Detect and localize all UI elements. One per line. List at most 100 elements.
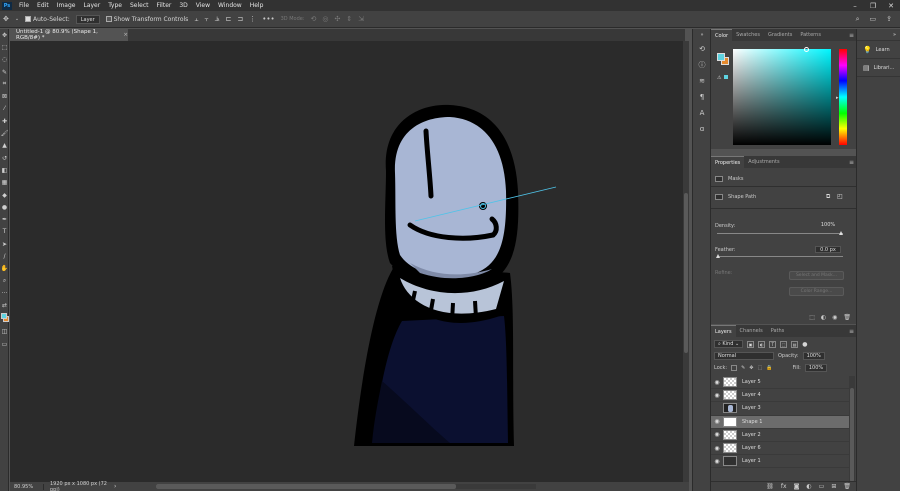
layer-row[interactable]: ◉ Layer 2 (711, 429, 849, 442)
workspace-icon[interactable]: ▭ (870, 15, 877, 24)
paragraph-icon[interactable]: ¶ (693, 89, 711, 105)
density-slider[interactable] (717, 233, 843, 234)
swap-colors-icon[interactable]: ⇄ (0, 300, 9, 312)
blur-tool-icon[interactable]: ◆ (0, 189, 9, 201)
layer-row[interactable]: ◉ Layer 4 (711, 389, 849, 403)
apply-mask-icon[interactable]: ◐ (821, 314, 826, 321)
move-tool-icon[interactable]: ✥ (0, 29, 9, 41)
align-left-icon[interactable]: ⊏ (225, 15, 231, 23)
collapse-arrows-icon[interactable]: » (893, 32, 896, 38)
auto-select-dropdown[interactable]: Layer (75, 14, 100, 24)
frame-tool-icon[interactable]: ⊠ (0, 90, 9, 102)
auto-select-checkbox[interactable] (25, 16, 32, 22)
foreground-color-swatch[interactable] (717, 53, 725, 61)
menu-filter[interactable]: Filter (153, 0, 176, 11)
info-icon[interactable]: ⓘ (693, 57, 711, 73)
menu-type[interactable]: Type (104, 0, 126, 11)
select-and-mask-button[interactable]: Select and Mask... (789, 271, 844, 280)
canvas-area[interactable] (10, 41, 683, 482)
screen-mode-icon[interactable]: ▭ (0, 338, 9, 350)
color-field[interactable] (733, 49, 831, 145)
dodge-tool-icon[interactable]: ● (0, 201, 9, 213)
eraser-tool-icon[interactable]: ◧ (0, 164, 9, 176)
tab-patterns[interactable]: Patterns (796, 29, 825, 41)
healing-tool-icon[interactable]: ✚ (0, 115, 9, 127)
align-top-icon[interactable]: ⫠ (194, 15, 198, 24)
crop-tool-icon[interactable]: ⌗ (0, 78, 9, 90)
layer-name[interactable]: Layer 3 (742, 405, 761, 411)
tab-color[interactable]: Color (711, 28, 733, 42)
character-icon[interactable]: A (693, 105, 711, 121)
foreground-color-swatch[interactable] (1, 312, 7, 319)
search-icon[interactable]: ⌕ (856, 15, 860, 24)
stamp-tool-icon[interactable]: ▲ (0, 140, 9, 152)
new-group-icon[interactable]: ▭ (819, 483, 825, 490)
visibility-eye-icon[interactable]: ◉ (711, 418, 723, 425)
brushes-icon[interactable]: ≋ (693, 73, 711, 89)
filter-pixel-icon[interactable]: ▣ (747, 340, 755, 348)
transform-checkbox[interactable] (105, 16, 112, 22)
collapse-strip[interactable]: » (857, 29, 900, 41)
3d-rotate-icon[interactable]: ⟲ (311, 15, 317, 23)
filter-smart-object-icon[interactable]: ▤ (791, 340, 799, 348)
lasso-tool-icon[interactable]: ◌ (0, 54, 9, 66)
filter-kind-dropdown[interactable]: ⌕ Kind ⌄ (714, 340, 744, 348)
menu-edit[interactable]: Edit (33, 0, 53, 11)
add-mask-icon[interactable]: ◙ (794, 483, 800, 490)
vertical-scroll-thumb[interactable] (684, 193, 688, 353)
menu-select[interactable]: Select (126, 0, 153, 11)
hue-slider-marker-icon[interactable]: ▸ (836, 95, 839, 101)
fill-input[interactable]: 100% (804, 364, 828, 372)
visibility-eye-icon[interactable]: ◉ (711, 445, 723, 452)
marquee-tool-icon[interactable]: ⬚ (0, 41, 9, 53)
delete-mask-icon[interactable]: 🗑 (843, 314, 851, 321)
filter-toggle-icon[interactable]: ● (802, 341, 807, 348)
density-value[interactable]: 100% (815, 222, 841, 229)
layer-name[interactable]: Layer 2 (742, 432, 761, 438)
tab-swatches[interactable]: Swatches (732, 29, 764, 41)
tab-properties[interactable]: Properties (711, 155, 745, 169)
zoom-level[interactable]: 80.95% (10, 483, 44, 490)
align-middle-icon[interactable]: ⫟ (205, 15, 209, 24)
visibility-icon[interactable]: ◉ (832, 314, 837, 321)
add-mask-icon[interactable]: ⧉ (826, 193, 830, 201)
more-options-icon[interactable]: ••• (262, 15, 274, 23)
hue-slider[interactable] (839, 49, 847, 145)
layer-row[interactable]: ◉ Layer 1 (711, 455, 849, 469)
gamut-warning-icon[interactable]: ⚠ (717, 75, 721, 81)
horizontal-scroll-thumb[interactable] (156, 484, 457, 489)
color-range-button[interactable]: Color Range... (789, 287, 844, 296)
layer-name[interactable]: Shape 1 (742, 419, 762, 425)
tab-layers[interactable]: Layers (711, 324, 736, 338)
gradient-tool-icon[interactable]: ▦ (0, 177, 9, 189)
filter-type-icon[interactable]: T (769, 340, 777, 348)
shape-tool-icon[interactable]: / (0, 250, 9, 262)
3d-scale-icon[interactable]: ⇲ (358, 15, 364, 23)
chevron-down-icon[interactable]: ⌄ (15, 16, 19, 22)
visibility-eye-icon[interactable]: ◉ (711, 431, 723, 438)
maximize-icon[interactable]: ❐ (864, 2, 882, 10)
menu-window[interactable]: Window (214, 0, 246, 11)
menu-image[interactable]: Image (53, 0, 80, 11)
document-tab[interactable]: Untitled-1 @ 80.9% (Shape 1, RGB/8#) * × (10, 29, 128, 41)
web-safe-color-swatch[interactable] (724, 75, 728, 79)
learn-button[interactable]: 💡 Learn (857, 41, 900, 59)
layer-name[interactable]: Layer 5 (742, 379, 761, 385)
3d-pan-icon[interactable]: ✣ (335, 15, 341, 23)
filter-adjustment-icon[interactable]: ◐ (758, 340, 766, 348)
libraries-button[interactable]: ▤ Librari... (857, 59, 900, 77)
menu-3d[interactable]: 3D (175, 0, 191, 11)
lock-pixels-icon[interactable]: ✎ (741, 365, 745, 371)
pen-tool-icon[interactable]: ✒ (0, 213, 9, 225)
eyedropper-tool-icon[interactable]: ⁄ (0, 103, 9, 115)
new-layer-icon[interactable]: ⊞ (831, 483, 836, 490)
layer-name[interactable]: Layer 4 (742, 392, 761, 398)
link-layers-icon[interactable]: ⛓ (766, 483, 774, 490)
3d-slide-icon[interactable]: ⇕ (346, 15, 352, 23)
collapse-arrows-icon[interactable]: » (693, 29, 711, 41)
history-brush-icon[interactable]: ↺ (0, 152, 9, 164)
load-selection-icon[interactable]: ⬚ (809, 314, 815, 321)
path-select-tool-icon[interactable]: ➤ (0, 238, 9, 250)
3d-roll-icon[interactable]: ◎ (322, 15, 328, 23)
hand-tool-icon[interactable]: ✋ (0, 263, 9, 275)
